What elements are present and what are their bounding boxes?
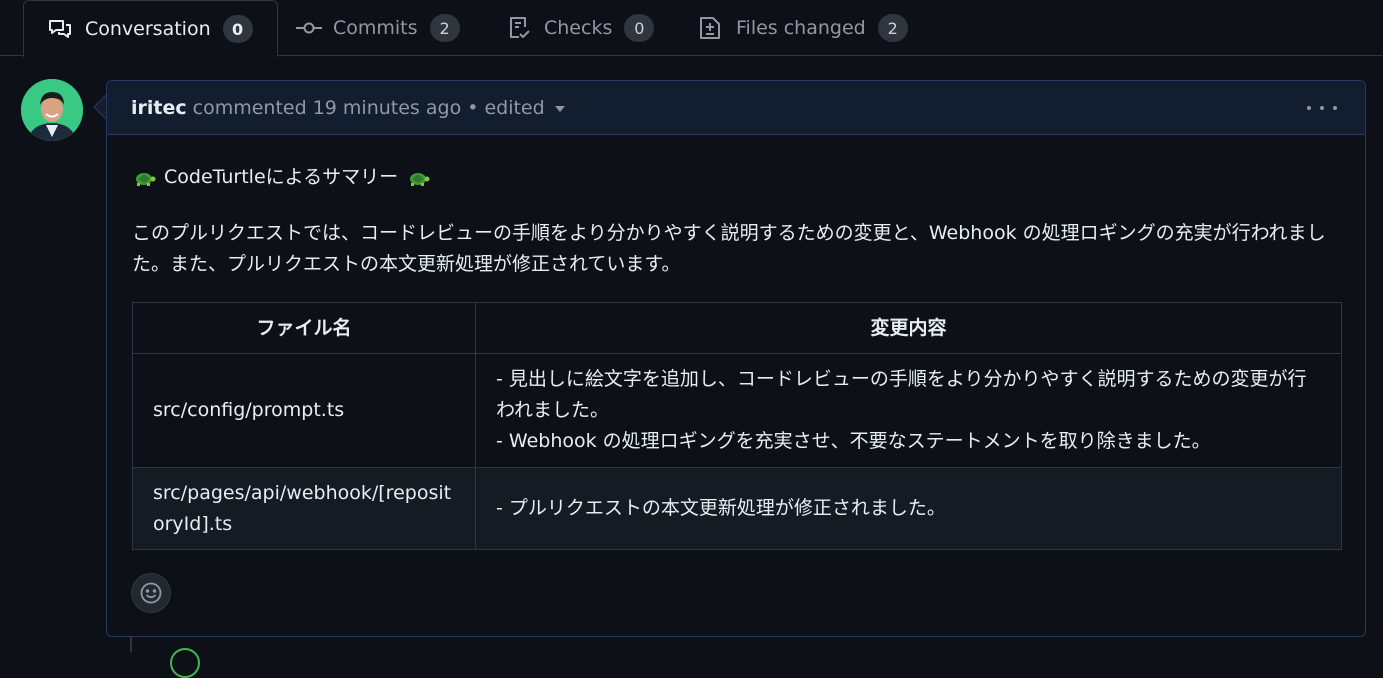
timeline-line — [130, 636, 132, 652]
table-row: src/pages/api/webhook/[repositoryId].ts … — [132, 467, 1342, 550]
comment-card: iritec commented 19 minutes ago • edited… — [106, 80, 1366, 637]
table-cell-changes: - 見出しに絵文字を追加し、コードレビューの手順をより分かりやすく説明するための… — [475, 353, 1342, 468]
change-item: - 見出しに絵文字を追加し、コードレビューの手順をより分かりやすく説明するための… — [496, 368, 1307, 421]
tab-conversation[interactable]: Conversation 0 — [23, 0, 278, 57]
checks-icon — [507, 16, 533, 40]
tab-commits[interactable]: Commits 2 — [296, 0, 460, 56]
avatar — [170, 648, 200, 678]
tab-label: Conversation — [85, 18, 211, 40]
chevron-down-icon — [554, 106, 565, 112]
table-cell-changes: - プルリクエストの本文更新処理が修正されました。 — [475, 467, 1342, 550]
table-cell-file: src/pages/api/webhook/[repositoryId].ts — [132, 467, 476, 550]
summary-heading: CodeTurtleによるサマリー — [132, 162, 438, 193]
turtle-emoji-icon — [136, 172, 156, 186]
tab-label: Files changed — [736, 17, 866, 39]
change-item: - Webhook の処理ロギングを充実させ、不要なステートメントを取り除きまし… — [496, 430, 1211, 452]
changes-table: ファイル名 変更内容 src/config/prompt.ts - 見出しに絵文… — [132, 302, 1342, 550]
table-header-row: ファイル名 変更内容 — [132, 302, 1342, 354]
kebab-menu-icon[interactable] — [1307, 95, 1337, 121]
tab-files-changed[interactable]: Files changed 2 — [699, 0, 908, 56]
tab-counter: 0 — [222, 15, 253, 43]
summary-paragraph: このプルリクエストでは、コードレビューの手順をより分かりやすく説明するための変更… — [132, 222, 1326, 275]
table-header-changes: 変更内容 — [475, 302, 1342, 354]
tab-counter: 2 — [429, 14, 460, 42]
add-reaction-button[interactable] — [131, 573, 171, 613]
tab-label: Commits — [333, 17, 418, 39]
tab-counter: 0 — [624, 14, 655, 42]
pr-tab-bar: Conversation 0 Commits 2 Checks 0 Files … — [0, 0, 1383, 57]
tab-checks[interactable]: Checks 0 — [507, 0, 655, 56]
change-item: - プルリクエストの本文更新処理が修正されました。 — [496, 497, 946, 519]
table-cell-file: src/config/prompt.ts — [132, 353, 476, 468]
table-row: src/config/prompt.ts - 見出しに絵文字を追加し、コードレビ… — [132, 353, 1342, 468]
turtle-emoji-icon — [410, 172, 430, 186]
edited-dropdown[interactable]: • edited — [467, 96, 565, 119]
table-header-file: ファイル名 — [132, 302, 476, 354]
conversation-icon — [48, 17, 74, 41]
avatar[interactable] — [21, 79, 83, 141]
file-diff-icon — [699, 16, 725, 40]
comment-meta[interactable]: commented 19 minutes ago — [193, 97, 462, 119]
comment-header: iritec commented 19 minutes ago • edited — [107, 81, 1365, 135]
summary-title-text: CodeTurtleによるサマリー — [164, 166, 399, 188]
tab-counter: 2 — [877, 14, 908, 42]
comment-author[interactable]: iritec — [131, 97, 187, 119]
edited-label: • edited — [467, 96, 545, 119]
commit-icon — [296, 16, 322, 40]
tab-label: Checks — [544, 17, 613, 39]
smiley-icon — [140, 582, 162, 604]
